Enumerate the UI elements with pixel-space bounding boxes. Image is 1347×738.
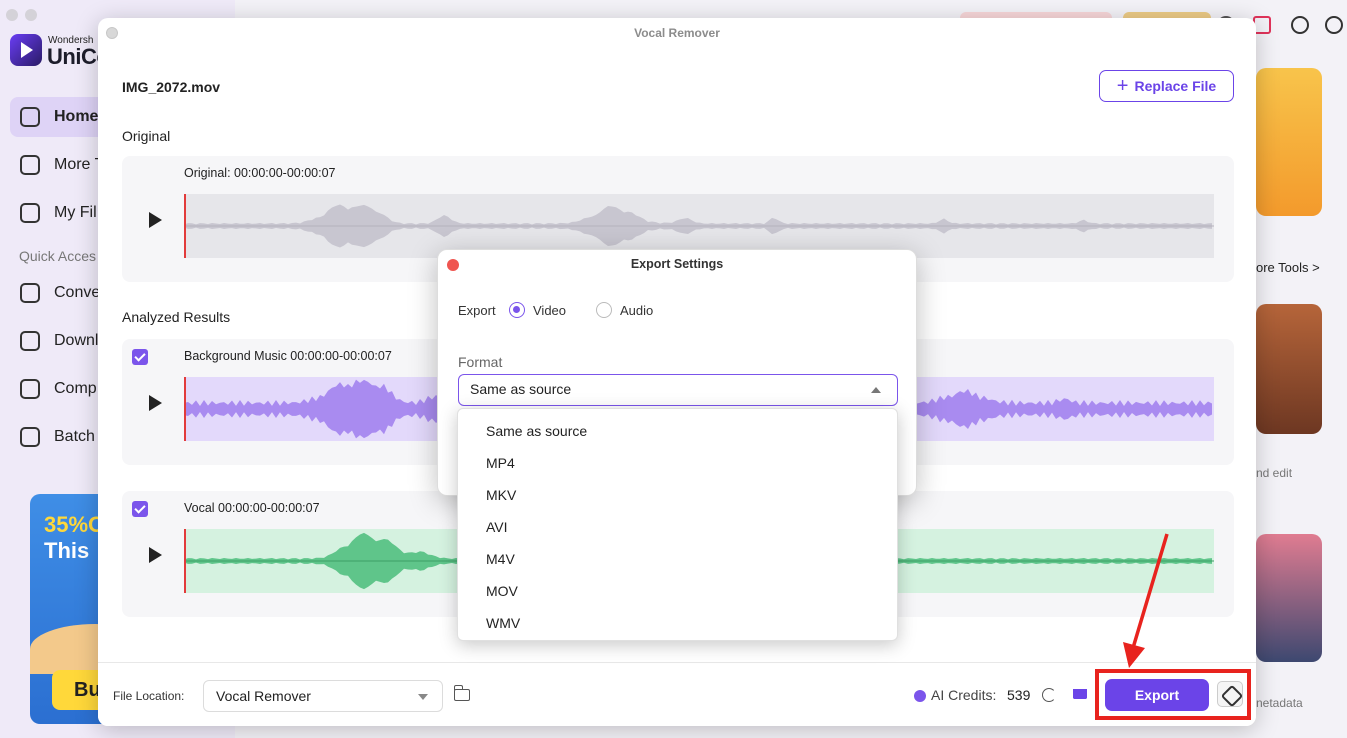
analyzed-section-heading: Analyzed Results	[122, 309, 231, 325]
ai-credits-value: 539	[1007, 687, 1031, 703]
play-icon[interactable]	[149, 395, 162, 411]
select-value: Vocal Remover	[216, 688, 311, 704]
original-section-heading: Original	[122, 128, 171, 144]
tool-card-description: nd edit	[1256, 466, 1293, 480]
annotation-arrow	[1123, 533, 1169, 668]
export-type-label: Export	[458, 303, 496, 318]
track-label: Vocal 00:00:00-00:00:07	[184, 501, 320, 515]
more-tools-link[interactable]: ore Tools >	[1256, 260, 1320, 275]
vocal-checkbox[interactable]	[132, 501, 148, 517]
chevron-down-icon	[418, 694, 428, 700]
ai-credits-label: AI Credits:	[931, 687, 997, 703]
compress-icon	[20, 379, 40, 399]
radio-audio[interactable]	[596, 302, 612, 318]
window-controls	[6, 9, 37, 21]
sidebar-item-label: Batch	[54, 428, 95, 445]
minimize-window-icon[interactable]	[25, 9, 37, 21]
toolbox-icon	[20, 155, 40, 175]
file-name: IMG_2072.mov	[122, 79, 221, 95]
convert-icon	[20, 283, 40, 303]
format-label: Format	[458, 354, 503, 370]
promo-subtitle-text: This	[44, 538, 90, 563]
play-icon[interactable]	[149, 212, 162, 228]
format-option-mkv[interactable]: MKV	[458, 479, 897, 511]
file-location-select[interactable]: Vocal Remover	[203, 680, 443, 712]
radio-audio-label[interactable]: Audio	[620, 303, 653, 318]
window-titlebar: Vocal Remover	[98, 18, 1256, 48]
file-location-label: File Location:	[113, 689, 185, 703]
format-option-mov[interactable]: MOV	[458, 575, 897, 607]
sidebar-item-label: Conve	[54, 284, 101, 301]
radio-video-label[interactable]: Video	[533, 303, 566, 318]
tool-card-description: netadata	[1256, 696, 1303, 710]
folder-icon[interactable]	[453, 685, 470, 701]
sidebar-item-label: Downl	[54, 332, 99, 349]
format-option-m4v[interactable]: M4V	[458, 543, 897, 575]
replace-file-button[interactable]: + Replace File	[1099, 70, 1234, 102]
home-icon	[20, 107, 40, 127]
select-value: Same as source	[470, 381, 572, 397]
tool-card-thumbnail[interactable]	[1256, 534, 1322, 662]
headset-icon[interactable]	[1325, 16, 1343, 34]
promo-card-right[interactable]	[1256, 68, 1322, 216]
file-icon	[20, 203, 40, 223]
window-title: Vocal Remover	[634, 26, 720, 40]
download-icon	[20, 331, 40, 351]
tool-card-thumbnail[interactable]	[1256, 304, 1322, 434]
sidebar-item-label: More T	[54, 156, 105, 173]
image-icon	[20, 427, 40, 447]
track-label: Background Music 00:00:00-00:00:07	[184, 349, 392, 363]
format-dropdown-menu: Same as source MP4 MKV AVI M4V MOV WMV	[457, 408, 898, 641]
button-label: Replace File	[1134, 78, 1217, 94]
cart-icon[interactable]	[1073, 689, 1087, 699]
refresh-icon[interactable]	[1042, 688, 1056, 702]
annotation-highlight-box	[1095, 669, 1251, 720]
sidebar-item-label: Comp	[54, 380, 97, 397]
dialog-title: Export Settings	[630, 257, 724, 271]
format-option-mp4[interactable]: MP4	[458, 447, 897, 479]
track-label: Original: 00:00:00-00:00:07	[184, 166, 336, 180]
sidebar-item-label: Home	[54, 108, 99, 125]
play-icon[interactable]	[149, 547, 162, 563]
plus-icon: +	[1116, 75, 1129, 97]
chat-icon[interactable]	[1291, 16, 1309, 34]
chevron-up-icon	[871, 387, 881, 393]
close-window-icon[interactable]	[106, 27, 118, 39]
window-footer: File Location: Vocal Remover AI Credits:…	[98, 662, 1256, 726]
format-option-same-as-source[interactable]: Same as source	[458, 415, 897, 447]
format-option-wmv[interactable]: WMV	[458, 607, 897, 639]
app-logo-icon	[10, 34, 42, 66]
format-option-avi[interactable]: AVI	[458, 511, 897, 543]
promo-discount-text: 35%O	[44, 512, 106, 537]
ai-credits-icon	[914, 690, 926, 702]
radio-video[interactable]	[509, 302, 525, 318]
background-music-checkbox[interactable]	[132, 349, 148, 365]
format-select[interactable]: Same as source	[458, 374, 898, 406]
quick-access-heading: Quick Acces	[19, 248, 97, 264]
close-window-icon[interactable]	[6, 9, 18, 21]
sidebar-item-label: My Fil	[54, 204, 97, 221]
